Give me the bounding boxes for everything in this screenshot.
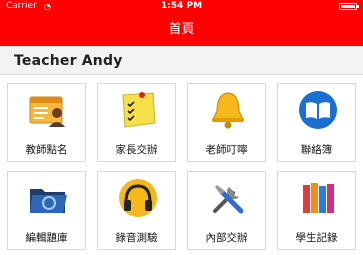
tools-icon (207, 177, 249, 219)
books-icon (297, 177, 339, 219)
tile-label: 教師點名 (25, 144, 68, 156)
battery-icon (339, 3, 359, 10)
status-time: 1:54 PM (160, 1, 203, 11)
teacher-name: Teacher Andy (14, 53, 123, 69)
tile-audio-test[interactable]: 錄音測驗 (97, 171, 176, 250)
tile-student-records[interactable]: 學生記錄 (277, 171, 356, 250)
tile-teacher-reminder[interactable]: 老師叮嚀 (187, 83, 266, 162)
tile-roll-call[interactable]: 教師點名 (7, 83, 86, 162)
nav-bar: 首頁 (0, 13, 363, 46)
tile-label: 學生記錄 (295, 232, 338, 244)
headphones-icon (117, 177, 159, 219)
roll-call-icon (27, 89, 69, 131)
tile-label: 內部交辦 (205, 232, 248, 244)
bell-icon (207, 89, 249, 131)
tile-label: 編輯題庫 (25, 232, 68, 244)
tile-parent-tasks[interactable]: 家長交辦 (97, 83, 176, 162)
status-bar: Carrier ◔ 1:54 PM (0, 0, 363, 13)
tile-label: 老師叮嚀 (205, 144, 248, 156)
menu-grid: 教師點名 家長交辦 老師叮嚀 聯絡簿 編輯題庫 錄音測驗 內部交辦 學生記錄 (0, 75, 363, 255)
folder-icon (27, 177, 69, 219)
book-icon (297, 89, 339, 131)
tile-label: 家長交辦 (115, 144, 158, 156)
tile-contact-book[interactable]: 聯絡簿 (277, 83, 356, 162)
tile-label: 聯絡簿 (300, 144, 333, 156)
tile-internal-tasks[interactable]: 內部交辦 (187, 171, 266, 250)
nav-title: 首頁 (168, 22, 195, 37)
tile-edit-question-bank[interactable]: 編輯題庫 (7, 171, 86, 250)
tile-label: 錄音測驗 (115, 232, 158, 244)
section-header: Teacher Andy (0, 46, 363, 75)
sticky-note-icon (117, 89, 159, 131)
